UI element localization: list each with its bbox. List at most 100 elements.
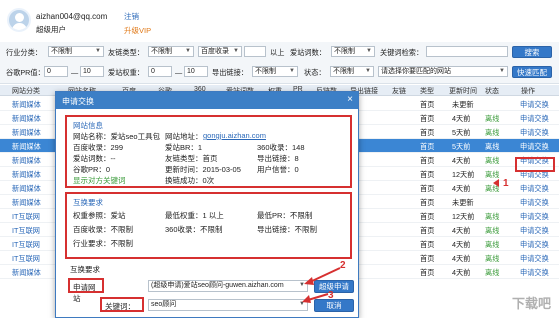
req-360: 360收录：不限制 — [165, 225, 223, 234]
close-icon[interactable]: × — [347, 94, 353, 105]
friend-type: 友链类型：首页 — [165, 154, 218, 163]
annotation-arrows — [302, 267, 341, 303]
keyword-search-input[interactable] — [426, 46, 508, 57]
req-baidu: 百度收录：不限制 — [73, 225, 133, 234]
site-name: 网站名称：爱站seo工具包 — [73, 132, 161, 141]
site-info-box: 网站信息 网站名称：爱站seo工具包 网站地址： gongju.aizhan.c… — [65, 115, 352, 188]
row-type: 首页 — [420, 142, 435, 151]
search-button[interactable]: 搜索 — [512, 46, 552, 58]
row-type: 首页 — [420, 184, 435, 193]
site-info-title: 网站信息 — [73, 121, 103, 130]
requirements-title: 互换要求 — [73, 198, 103, 207]
apply-exchange-link[interactable]: 申请交换 — [520, 184, 549, 194]
status-label: 状态： — [304, 68, 326, 77]
match-site-select[interactable]: 请选择你要匹配的网站 ▼ — [378, 66, 508, 77]
apply-site-select[interactable]: (超级申请)爱站seo顾问-guwen.aizhan.com ▼ — [148, 280, 308, 292]
chevron-down-icon: ▼ — [95, 48, 101, 54]
aizhan-words: 爱站词数：-- — [73, 154, 116, 163]
friend-type-select[interactable]: 不限制 ▼ — [148, 46, 194, 57]
apply-exchange-link[interactable]: 申请交换 — [520, 142, 549, 152]
keyword-search-label: 关键词检索： — [380, 48, 424, 57]
apply-exchange-link[interactable]: 申请交换 — [520, 114, 549, 124]
row-update-time: 5天前 — [452, 142, 471, 151]
row-category: IT互联网 — [12, 212, 40, 221]
google-pr: 谷歌PR：0 — [73, 165, 111, 174]
row-category: 新闻媒体 — [12, 128, 41, 137]
avatar — [7, 8, 31, 32]
industry-select[interactable]: 不限制 ▼ — [48, 46, 104, 57]
chevron-down-icon: ▼ — [289, 68, 295, 74]
col-header: 友链 — [392, 88, 406, 95]
row-type: 首页 — [420, 170, 435, 179]
row-status: 离线 — [485, 142, 500, 151]
row-category: 新闻媒体 — [12, 156, 41, 165]
keyword-select[interactable]: seo顾问 ▼ — [148, 299, 308, 311]
row-type: 首页 — [420, 114, 435, 123]
export-select[interactable]: 不限制 ▼ — [252, 66, 298, 77]
row-status: 离线 — [485, 268, 500, 277]
status-select[interactable]: 不限制 ▼ — [330, 66, 374, 77]
apply-exchange-link[interactable]: 申请交换 — [520, 268, 549, 278]
row-category: 新闻媒体 — [12, 100, 41, 109]
col-header: 操作 — [521, 88, 535, 95]
marker-1: 1 — [503, 178, 509, 189]
req-min-weight: 最低权重：1 以上 — [165, 211, 224, 220]
apply-exchange-link[interactable]: 申请交换 — [520, 240, 549, 250]
row-type: 首页 — [420, 212, 435, 221]
row-update-time: 未更新 — [452, 100, 474, 109]
baidu-min-input[interactable] — [244, 46, 266, 57]
export-label: 导出链接： — [212, 68, 248, 77]
pr-to-input[interactable]: 10 — [80, 66, 104, 77]
chevron-down-icon: ▼ — [365, 68, 371, 74]
row-update-time: 5天前 — [452, 128, 471, 137]
row-type: 首页 — [420, 254, 435, 263]
row-update-time: 4天前 — [452, 226, 471, 235]
row-status: 离线 — [485, 226, 500, 235]
user-header: aizhan004@qq.com 超级用户 注销 升级VIP — [0, 0, 559, 42]
row-category: 新闻媒体 — [12, 170, 41, 179]
row-update-time: 4天前 — [452, 184, 471, 193]
aizhan-words-select[interactable]: 不限制 ▼ — [331, 46, 375, 57]
upgrade-vip-link[interactable]: 升级VIP — [124, 25, 151, 36]
logout-link[interactable]: 注销 — [124, 11, 139, 22]
pr-from-input[interactable]: 0 — [44, 66, 68, 77]
req-weight: 权重参照：爱站 — [73, 211, 126, 220]
row-update-time: 12天前 — [452, 170, 475, 179]
quick-match-button[interactable]: 快速匹配 — [512, 66, 552, 78]
row-type: 首页 — [420, 268, 435, 277]
req-industry: 行业要求：不限制 — [73, 239, 133, 248]
user-credit: 用户信誉：0 — [257, 165, 299, 174]
chevron-down-icon: ▼ — [233, 48, 239, 54]
row-category: IT互联网 — [12, 226, 40, 235]
baidu-select[interactable]: 百度收录 ▼ — [198, 46, 242, 57]
range-dash: — — [71, 68, 79, 77]
update-time: 更新时间：2015-03-05 — [165, 165, 241, 174]
row-type: 首页 — [420, 226, 435, 235]
apply-exchange-link[interactable]: 申请交换 — [520, 212, 549, 222]
apply-exchange-link[interactable]: 申请交换 — [520, 198, 549, 208]
row-category: 新闻媒体 — [12, 268, 41, 277]
row-status: 离线 — [485, 114, 500, 123]
row-category: 新闻媒体 — [12, 184, 41, 193]
col-header: 网站分类 — [12, 88, 40, 95]
exchange-success: 换链成功：0次 — [165, 176, 215, 185]
site-url-link[interactable]: gongju.aizhan.com — [203, 131, 266, 140]
chevron-down-icon: ▼ — [499, 68, 505, 74]
col-header: 类型 — [420, 88, 434, 95]
br-from-input[interactable]: 0 — [148, 66, 172, 77]
apply-highlight-box — [515, 157, 555, 172]
row-type: 首页 — [420, 240, 435, 249]
apply-exchange-link[interactable]: 申请交换 — [520, 128, 549, 138]
row-update-time: 4天前 — [452, 240, 471, 249]
row-status: 离线 — [485, 212, 500, 221]
show-keywords-link[interactable]: 显示对方关键词 — [73, 175, 126, 186]
apply-exchange-link[interactable]: 申请交换 — [520, 254, 549, 264]
friend-type-label: 友链类型： — [108, 48, 144, 57]
row-update-time: 12天前 — [452, 212, 475, 221]
br-to-input[interactable]: 10 — [184, 66, 208, 77]
apply-exchange-link[interactable]: 申请交换 — [520, 100, 549, 110]
apply-site-label-box: 申请网站 — [68, 278, 104, 303]
exchange-requirements-box: 互换要求 权重参照：爱站 最低权重：1 以上 最低PR：不限制 百度收录：不限制… — [65, 192, 352, 259]
apply-exchange-link[interactable]: 申请交换 — [520, 226, 549, 236]
form-title: 互换要求 — [70, 265, 100, 274]
